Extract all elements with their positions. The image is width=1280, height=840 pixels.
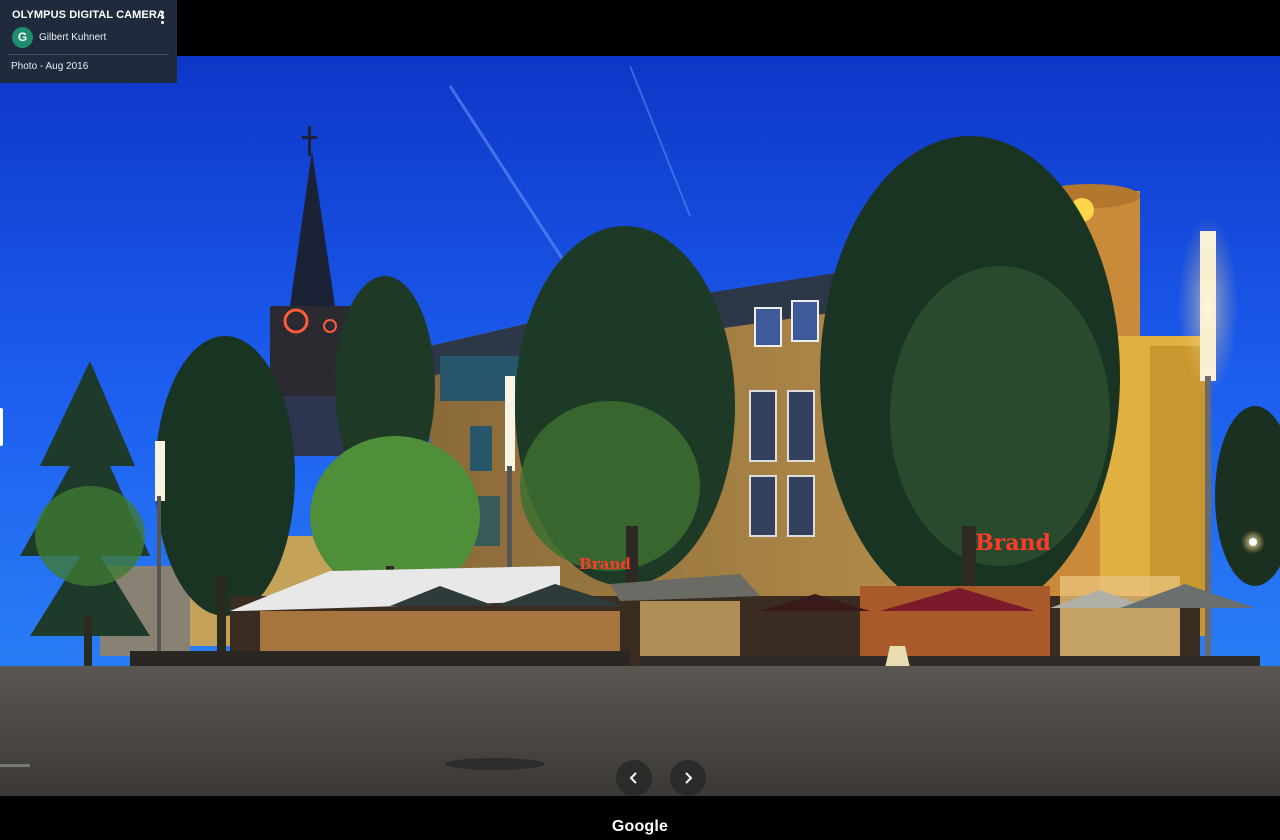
photo-date: Photo - Aug 2016 bbox=[11, 61, 89, 72]
google-logo: Google bbox=[611, 818, 669, 835]
author-link[interactable]: G Gilbert Kuhnert bbox=[12, 26, 106, 48]
avatar[interactable]: G bbox=[12, 26, 33, 48]
more-vert-icon[interactable] bbox=[157, 10, 167, 28]
chevron-left-icon bbox=[629, 772, 637, 784]
shop-sign-left: Brand bbox=[579, 555, 631, 573]
street-view-photo[interactable]: Brand Brand bbox=[0, 56, 1280, 796]
info-divider bbox=[8, 54, 169, 55]
side-panel-handle[interactable] bbox=[0, 408, 3, 446]
photo-title: OLYMPUS DIGITAL CAMERA bbox=[12, 9, 165, 21]
photo-info-card: OLYMPUS DIGITAL CAMERA G Gilbert Kuhnert… bbox=[0, 0, 177, 83]
chevron-right-icon bbox=[685, 772, 693, 784]
author-name[interactable]: Gilbert Kuhnert bbox=[39, 32, 106, 43]
shop-sign-right: Brand bbox=[975, 530, 1051, 556]
photo-viewer: Brand Brand OLYMPUS DIGITAL CAMERA G Gil… bbox=[0, 0, 1280, 840]
next-photo-button[interactable] bbox=[670, 760, 706, 796]
previous-photo-button[interactable] bbox=[616, 760, 652, 796]
